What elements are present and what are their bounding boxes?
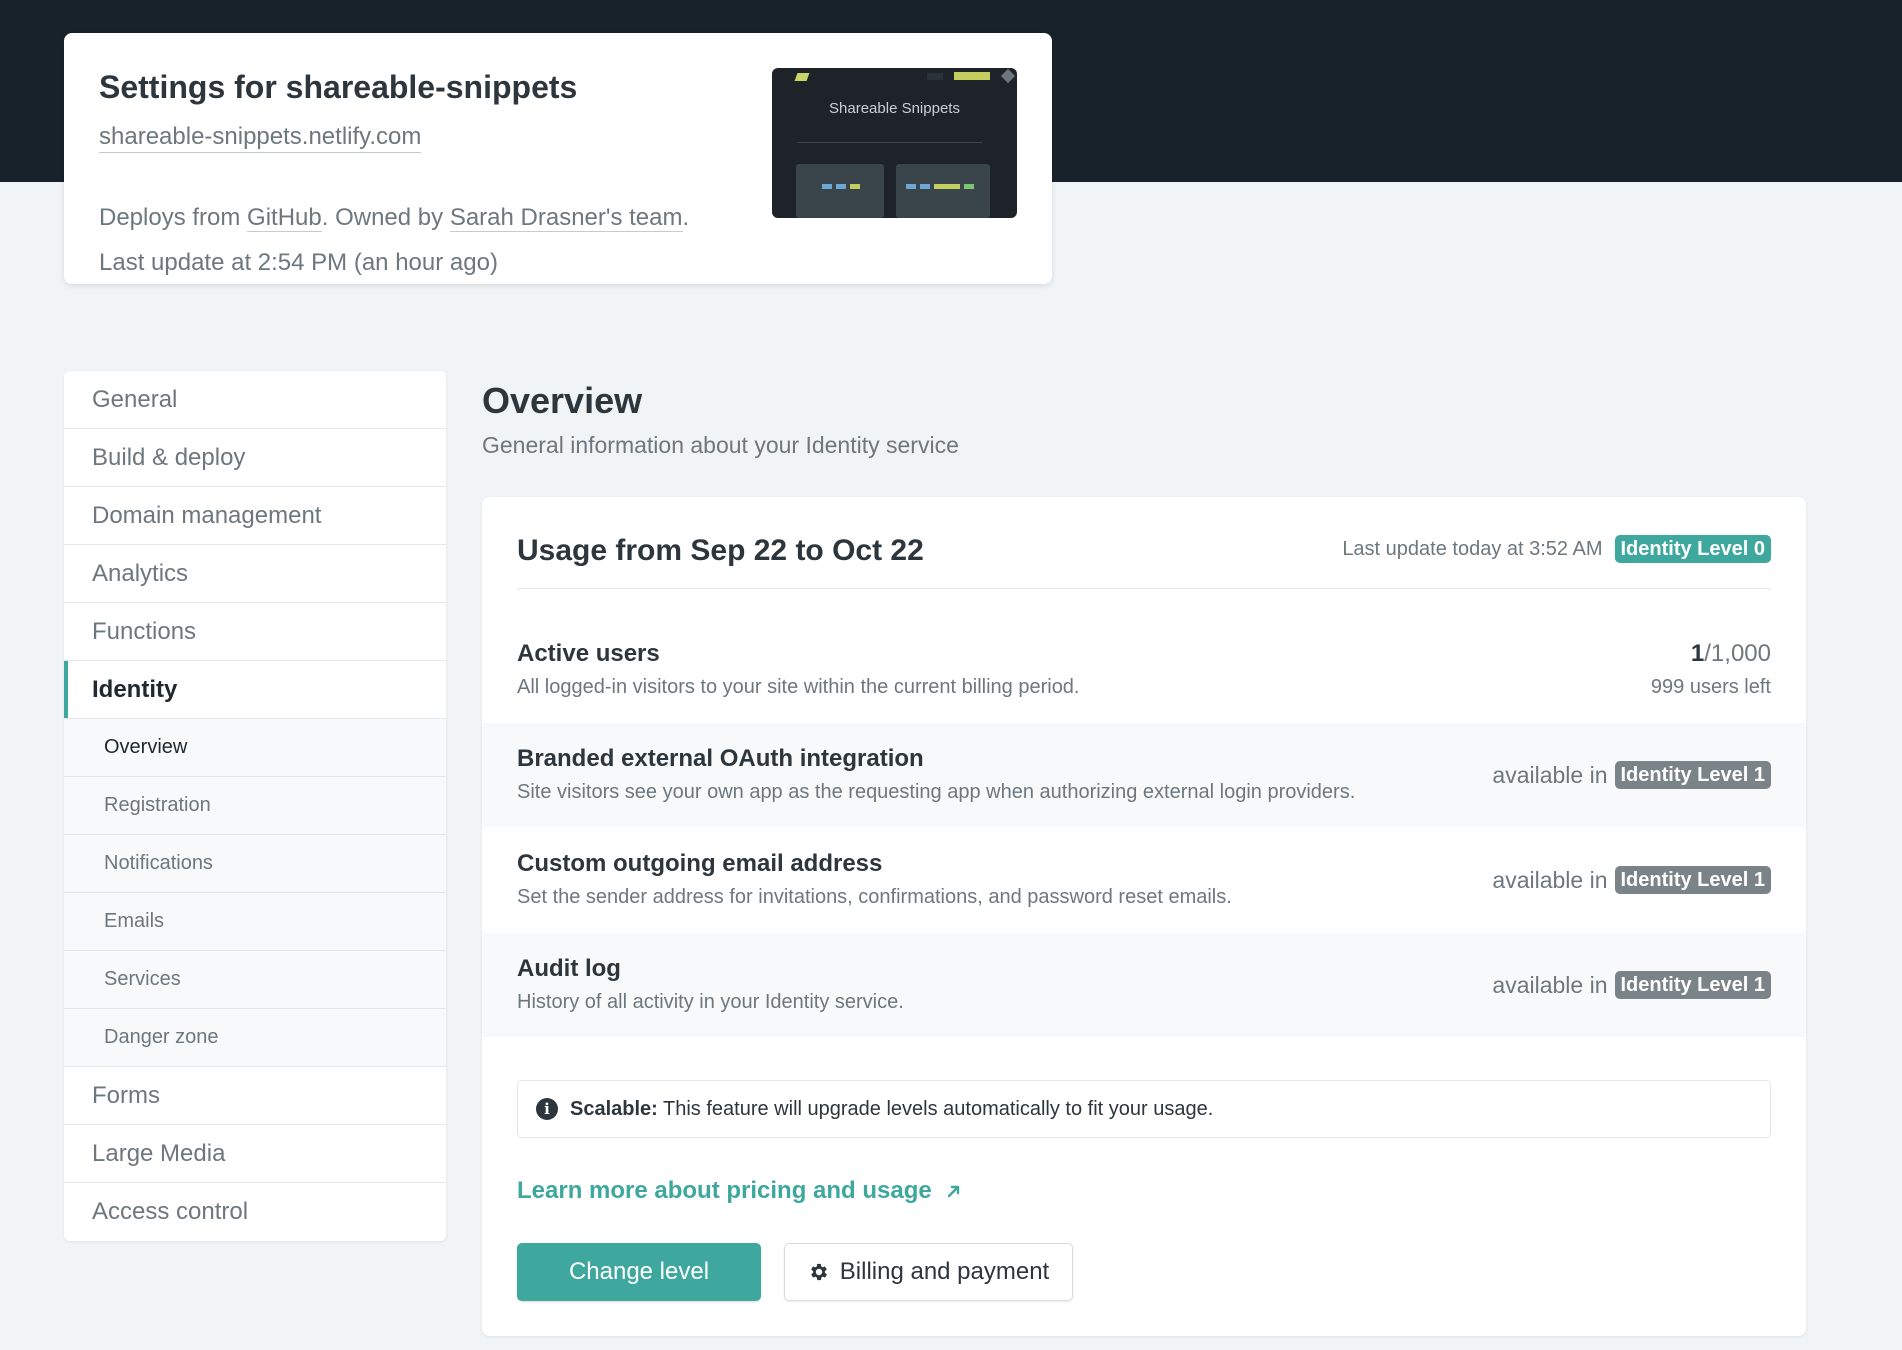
sidebar-item-access-control[interactable]: Access control xyxy=(64,1183,446,1241)
usage-panel: Usage from Sep 22 to Oct 22 Last update … xyxy=(482,497,1806,1336)
owned-suffix: . xyxy=(682,204,690,231)
change-level-button[interactable]: Change level xyxy=(517,1243,761,1301)
notice-label: Scalable: xyxy=(570,1097,658,1120)
external-link-arrow-icon xyxy=(947,1185,959,1198)
site-last-update: Last update at 2:54 PM (an hour ago) xyxy=(99,249,498,276)
feature-title: Branded external OAuth integration xyxy=(517,745,924,772)
site-settings-title: Settings for shareable-snippets xyxy=(99,69,578,105)
thumbnail-corner-icon xyxy=(1000,68,1016,84)
thumbnail-search-bar xyxy=(797,134,982,143)
site-preview-thumbnail[interactable]: Shareable Snippets xyxy=(772,68,1017,218)
level-badge: Identity Level 1 xyxy=(1614,971,1771,999)
available-in-label: available in xyxy=(1492,866,1608,893)
users-left: 999 users left xyxy=(1650,676,1771,698)
page-description: General information about your Identity … xyxy=(482,432,959,458)
identity-level-badge: Identity Level 0 xyxy=(1614,535,1771,563)
thumbnail-snippet-card xyxy=(896,164,990,218)
thumbnail-snippet-card xyxy=(796,164,884,218)
feature-description: Set the sender address for invitations, … xyxy=(517,886,1232,908)
sidebar-subitem-danger-zone[interactable]: Danger zone xyxy=(64,1009,446,1067)
thumbnail-login xyxy=(927,73,943,80)
billing-payment-button[interactable]: Billing and payment xyxy=(784,1243,1073,1301)
level-badge: Identity Level 1 xyxy=(1614,761,1771,789)
site-info-card: Settings for shareable-snippets shareabl… xyxy=(64,33,1052,284)
feature-description: History of all activity in your Identity… xyxy=(517,991,904,1013)
notice-body: This feature will upgrade levels automat… xyxy=(657,1097,1214,1120)
sidebar-subitem-emails[interactable]: Emails xyxy=(64,893,446,951)
billing-button-label: Billing and payment xyxy=(839,1258,1050,1285)
feature-description: Site visitors see your own app as the re… xyxy=(517,781,1356,803)
deploys-prefix: Deploys from xyxy=(99,204,248,231)
site-deploy-info: Deploys from GitHub. Owned by Sarah Dras… xyxy=(99,203,689,233)
page-title: Overview xyxy=(482,380,643,421)
active-users-title: Active users xyxy=(517,640,660,667)
sidebar-subitem-notifications[interactable]: Notifications xyxy=(64,835,446,893)
site-url-link[interactable]: shareable-snippets.netlify.com xyxy=(99,122,422,153)
active-users-used: 1 xyxy=(1690,640,1705,667)
sidebar-item-identity[interactable]: Identity xyxy=(64,661,446,719)
notice-text: Scalable: This feature will upgrade leve… xyxy=(570,1098,1213,1121)
thumbnail-title: Shareable Snippets xyxy=(829,100,960,117)
level-badge: Identity Level 1 xyxy=(1614,866,1771,894)
owned-prefix: . Owned by xyxy=(321,204,450,231)
scalable-notice: i Scalable: This feature will upgrade le… xyxy=(517,1080,1771,1138)
team-link[interactable]: Sarah Drasner's team xyxy=(449,204,683,232)
feature-availability: available in Identity Level 1 xyxy=(1492,761,1771,789)
gear-icon xyxy=(810,1263,827,1281)
pricing-link-label: Learn more about pricing and usage xyxy=(517,1177,932,1204)
feature-availability: available in Identity Level 1 xyxy=(1492,866,1771,894)
thumbnail-logo xyxy=(794,73,810,81)
sidebar-item-build-deploy[interactable]: Build & deploy xyxy=(64,429,446,487)
available-in-label: available in xyxy=(1492,971,1608,998)
sidebar-item-analytics[interactable]: Analytics xyxy=(64,545,446,603)
usage-title: Usage from Sep 22 to Oct 22 xyxy=(517,534,924,567)
sidebar-item-general[interactable]: General xyxy=(64,371,446,429)
sidebar-item-forms[interactable]: Forms xyxy=(64,1067,446,1125)
available-in-label: available in xyxy=(1492,761,1608,788)
active-users-description: All logged-in visitors to your site with… xyxy=(517,676,1080,698)
sidebar-subitem-services[interactable]: Services xyxy=(64,951,446,1009)
pricing-usage-link[interactable]: Learn more about pricing and usage xyxy=(517,1177,962,1205)
info-icon: i xyxy=(536,1098,558,1120)
usage-last-update: Last update today at 3:52 AM xyxy=(1342,537,1603,560)
feature-title: Audit log xyxy=(517,955,621,982)
sidebar-subitem-registration[interactable]: Registration xyxy=(64,777,446,835)
sidebar-item-large-media[interactable]: Large Media xyxy=(64,1125,446,1183)
active-users-row: Active users All logged-in visitors to y… xyxy=(482,618,1806,722)
feature-availability: available in Identity Level 1 xyxy=(1492,971,1771,999)
settings-sidebar: General Build & deploy Domain management… xyxy=(64,371,446,1241)
sidebar-item-domain-management[interactable]: Domain management xyxy=(64,487,446,545)
usage-meta: Last update today at 3:52 AM Identity Le… xyxy=(1342,535,1771,563)
feature-row: Branded external OAuth integration Site … xyxy=(482,723,1806,827)
sidebar-subitem-overview[interactable]: Overview xyxy=(64,719,446,777)
feature-row: Custom outgoing email address Set the se… xyxy=(482,828,1806,932)
github-link[interactable]: GitHub xyxy=(247,204,322,232)
sidebar-item-functions[interactable]: Functions xyxy=(64,603,446,661)
feature-row: Audit log History of all activity in you… xyxy=(482,933,1806,1037)
active-users-limit: /1,000 xyxy=(1704,640,1771,667)
thumbnail-add-button xyxy=(954,72,990,80)
active-users-count: 1/1,000 xyxy=(1691,640,1771,668)
divider xyxy=(517,588,1771,589)
feature-title: Custom outgoing email address xyxy=(517,850,883,877)
